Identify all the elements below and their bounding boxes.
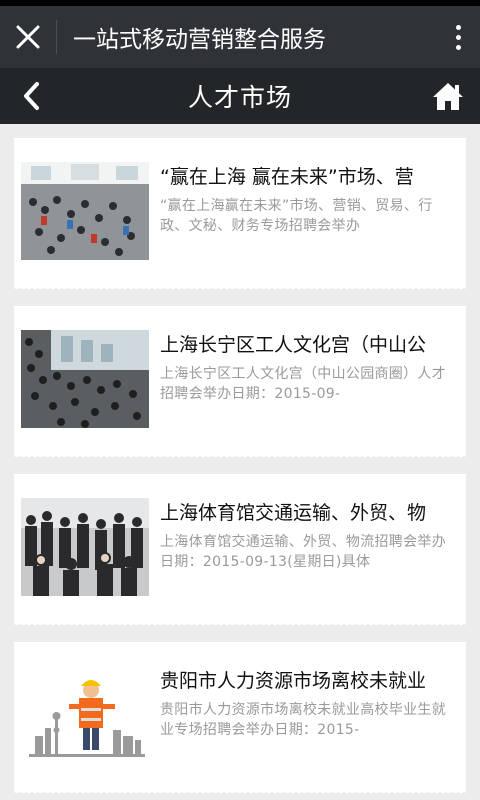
article-list: “赢在上海 赢在未来”市场、营 “赢在上海赢在未来”市场、营销、贸易、行政、文秘… (0, 124, 480, 800)
home-icon[interactable] (426, 68, 470, 124)
article-summary: 上海长宁区工人文化宫（中山公园商圈）人才招聘会举办日期：2015-09- (160, 366, 446, 402)
construction-worker-skyline-photo (21, 666, 149, 764)
article-summary: 上海体育馆交通运输、外贸、物流招聘会举办日期：2015-09-13(星期日)具体 (160, 534, 446, 570)
chevron-left-icon[interactable] (10, 68, 54, 124)
page-title: 人才市场 (187, 83, 292, 112)
app-bar-divider (56, 20, 57, 54)
article-title: 上海体育馆交通运输、外贸、物 (160, 502, 427, 524)
job-fair-hall-photo (21, 162, 149, 260)
app-bar: 一站式移动营销整合服务 (0, 6, 480, 68)
article-summary: 贵阳市人力资源市场离校未就业高校毕业生就业专场招聘会举办日期：2015- (160, 702, 446, 738)
list-item[interactable]: 上海体育馆交通运输、外贸、物 上海体育馆交通运输、外贸、物流招聘会举办日期：20… (14, 474, 466, 628)
card-edge (14, 454, 466, 460)
card-edge (14, 286, 466, 292)
list-item[interactable]: 贵阳市人力资源市场离校未就业 贵阳市人力资源市场离校未就业高校毕业生就业专场招聘… (14, 642, 466, 796)
article-title: 上海长宁区工人文化宫（中山公 (160, 334, 427, 356)
more-vertical-icon[interactable] (436, 6, 480, 68)
close-icon[interactable] (0, 6, 56, 68)
app-bar-title: 一站式移动营销整合服务 (73, 27, 326, 53)
card-edge (14, 622, 466, 628)
article-summary: “赢在上海赢在未来”市场、营销、贸易、行政、文秘、财务专场招聘会举办 (160, 198, 433, 234)
crowded-recruitment-photo (21, 330, 149, 428)
card-edge (14, 790, 466, 796)
nav-bar: 人才市场 (0, 68, 480, 124)
article-title: 贵阳市人力资源市场离校未就业 (160, 670, 427, 692)
list-item[interactable]: “赢在上海 赢在未来”市场、营 “赢在上海赢在未来”市场、营销、贸易、行政、文秘… (14, 138, 466, 292)
article-title: “赢在上海 赢在未来”市场、营 (160, 166, 414, 188)
people-queue-photo (21, 498, 149, 596)
list-item[interactable]: 上海长宁区工人文化宫（中山公 上海长宁区工人文化宫（中山公园商圈）人才招聘会举办… (14, 306, 466, 460)
